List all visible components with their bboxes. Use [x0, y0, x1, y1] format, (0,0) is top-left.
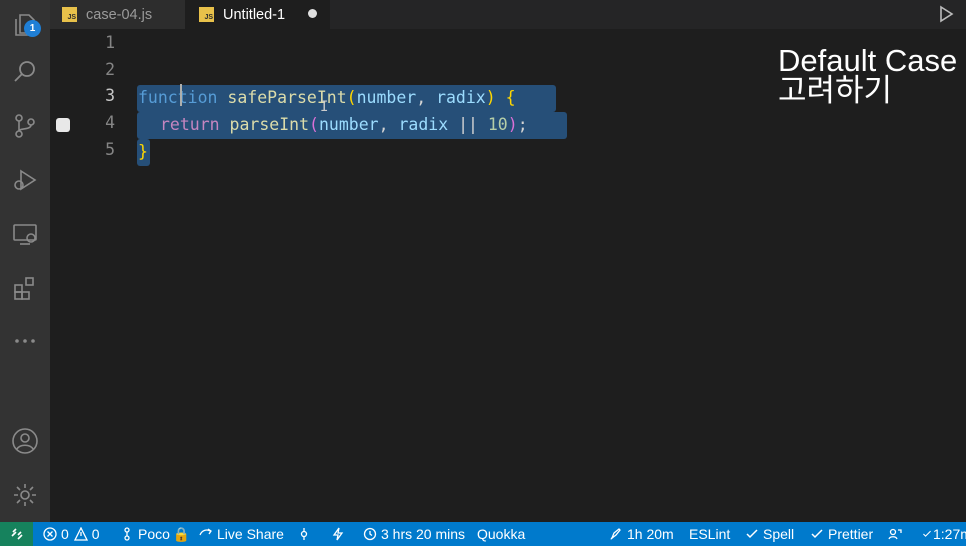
number-token: 10 [487, 115, 508, 134]
error-icon [43, 527, 57, 541]
session-time-indicator[interactable]: 1h 20m [609, 522, 674, 546]
more-icon[interactable] [0, 316, 50, 366]
line-number: 4 [105, 113, 115, 132]
problems-indicator[interactable]: 0 0 [43, 522, 100, 546]
video-caption: Default Case 고려하기 [778, 43, 958, 108]
run-debug-icon[interactable] [0, 155, 50, 205]
lightning-icon[interactable] [331, 522, 349, 546]
history-clock-icon [363, 527, 377, 541]
run-play-icon[interactable] [936, 4, 956, 24]
warning-count: 0 [91, 526, 100, 542]
branch-indicator[interactable]: Poco 🔒 [120, 522, 190, 546]
line-number: 2 [105, 60, 115, 79]
settings-gear-icon[interactable] [0, 470, 50, 520]
breakpoint-marker-icon[interactable] [56, 118, 70, 132]
git-branch-icon [124, 527, 130, 541]
comma-token: , [378, 115, 399, 134]
keyword-token: function [138, 88, 218, 107]
live-share-label: Live Share [217, 526, 284, 542]
spell-indicator[interactable]: Spell [745, 522, 794, 546]
brace-token: } [138, 142, 148, 161]
param-token: radix [436, 88, 486, 107]
javascript-file-icon: JS [199, 7, 214, 22]
paren-token: ( [346, 88, 357, 107]
param-token: radix [398, 115, 449, 134]
line-number: 3 [105, 86, 115, 105]
paren-token: ( [309, 115, 319, 134]
git-commit-icon[interactable] [297, 522, 315, 546]
function-name-token: parseInt [229, 115, 310, 134]
semicolon-token: ; [517, 115, 528, 134]
extensions-icon[interactable] [0, 263, 50, 313]
line-number: 5 [105, 140, 115, 159]
files-icon[interactable]: 1 [0, 0, 50, 50]
function-name-token: safeParseInt [227, 88, 347, 107]
remote-indicator-icon[interactable] [0, 522, 33, 546]
quokka-label: Quokka [477, 526, 526, 542]
live-share-icon [199, 528, 212, 536]
operator-token: || [458, 115, 478, 134]
prettier-indicator[interactable]: Prettier [810, 522, 873, 546]
eslint-indicator[interactable]: ESLint [689, 522, 730, 546]
quokka-indicator[interactable]: Quokka [477, 522, 525, 546]
rocket-icon [610, 528, 621, 540]
tab-label: Untitled-1 [223, 6, 286, 23]
param-token: number [356, 88, 417, 107]
comma-token: , [416, 88, 437, 107]
lock-icon: 🔒 [172, 525, 191, 542]
check-icon [923, 530, 931, 537]
check-icon [811, 529, 823, 539]
wakatime-indicator[interactable]: 3 hrs 20 mins [363, 522, 465, 546]
tab-untitled-1[interactable]: JS Untitled-1 [185, 0, 330, 29]
warning-icon [73, 527, 88, 541]
remote-explorer-icon[interactable] [0, 209, 50, 259]
caption-line-2: 고려하기 [778, 73, 893, 108]
caption-line-1: Default Case [778, 43, 958, 78]
branch-name: Poco [138, 526, 170, 542]
brace-token: { [505, 88, 516, 107]
position-label: 1:27m [933, 526, 966, 542]
spell-label: Spell [763, 526, 795, 542]
line-number: 1 [105, 33, 115, 52]
account-icon[interactable] [0, 416, 50, 466]
param-token: number [318, 115, 379, 134]
search-icon[interactable] [0, 47, 50, 97]
tab-case-04[interactable]: JS case-04.js [50, 0, 185, 29]
cursor-position[interactable]: 1:27m [922, 522, 966, 546]
unsaved-dot-icon[interactable] [308, 9, 317, 18]
keyword-token: return [160, 115, 220, 134]
status-bar: 0 0 Poco 🔒 Live Share 3 hrs 20 mins Quok… [0, 522, 966, 546]
code-line-4: return parseInt(number, radix || 10); [160, 112, 528, 138]
prettier-label: Prettier [828, 526, 874, 542]
time-tracked: 3 hrs 20 mins [381, 526, 466, 542]
activity-bar: 1 [0, 0, 50, 522]
paren-token: ) [485, 88, 496, 107]
text-cursor [180, 84, 182, 106]
paren-token: ) [507, 115, 518, 134]
eslint-label: ESLint [689, 526, 731, 542]
tab-label: case-04.js [86, 6, 153, 23]
error-count: 0 [61, 526, 69, 542]
check-icon [746, 529, 758, 539]
live-share-button[interactable]: Live Share [199, 522, 284, 546]
code-line-5: } [138, 139, 148, 165]
mouse-ibeam-icon: I [320, 99, 329, 115]
explorer-badge: 1 [24, 20, 41, 37]
javascript-file-icon: JS [62, 7, 77, 22]
feedback-icon[interactable] [888, 522, 906, 546]
tab-bar: JS case-04.js JS Untitled-1 [50, 0, 966, 29]
source-control-icon[interactable] [0, 101, 50, 151]
session-time: 1h 20m [627, 526, 674, 542]
